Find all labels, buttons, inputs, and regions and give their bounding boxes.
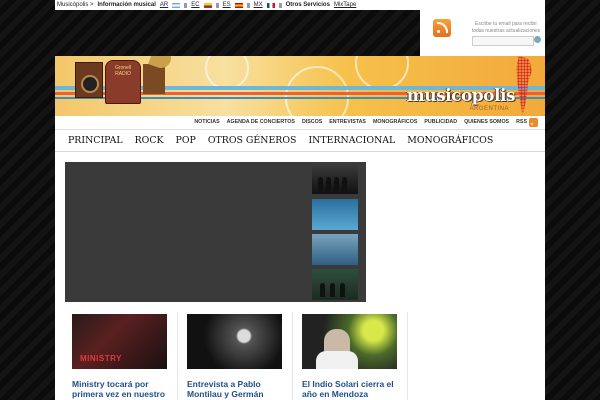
otros-servicios-link[interactable]: Otros Servicios [286, 2, 330, 8]
subnav-rss[interactable]: RSS [516, 119, 527, 125]
slider-thumbnail[interactable] [312, 269, 358, 300]
nav-principal[interactable]: PRINCIPAL [68, 135, 123, 146]
band-member-figure [334, 177, 339, 191]
subscribe-text: Escribe tu email para recibir todas nues… [471, 21, 541, 34]
article-image[interactable] [302, 314, 397, 369]
article-list: MINISTRY Ministry tocará por primera vez… [65, 312, 410, 400]
article-image[interactable]: MINISTRY [72, 314, 167, 369]
site-logo-country: ARGENTINA [469, 106, 509, 112]
subnav-monograficos[interactable]: MONOGRÁFICOS [373, 119, 417, 125]
nav-monograficos[interactable]: MONOGRÁFICOS [407, 135, 493, 146]
top-utility-bar: Musicópolis > Información musical AR EC … [55, 0, 420, 10]
jukebox-label: Gronell RADIO [114, 65, 132, 77]
site-logo[interactable]: musicopolis [407, 86, 516, 106]
band-member-figure [340, 283, 345, 297]
subscribe-box: Escribe tu email para recibir todas nues… [420, 0, 545, 56]
subnav-quienes-somos[interactable]: QUIENES SOMOS [464, 119, 509, 125]
article-title[interactable]: El Indio Solari cierra el año en Mendoza [302, 379, 402, 399]
nav-pop[interactable]: POP [176, 135, 196, 146]
band-member-figure [318, 177, 323, 191]
main-nav: PRINCIPAL ROCK POP OTROS GÉNEROS INTERNA… [55, 130, 545, 152]
ministry-logo: MINISTRY [80, 354, 122, 363]
rss-feed-icon[interactable] [433, 19, 451, 37]
subnav-discos[interactable]: DISCOS [302, 119, 322, 125]
speaker-illustration [75, 62, 103, 98]
ecuador-flag-icon [203, 2, 212, 8]
nav-rock[interactable]: ROCK [135, 135, 164, 146]
phonograph-illustration [143, 64, 165, 94]
slider-thumbnail[interactable] [312, 199, 358, 230]
article-title[interactable]: Entrevista a Pablo Montilau y Germán [187, 379, 287, 399]
country-link-ar[interactable]: AR [160, 2, 168, 8]
featured-slider[interactable] [65, 162, 366, 302]
info-label: Información musical [97, 2, 156, 8]
subscribe-go-icon[interactable] [534, 36, 541, 43]
band-member-figure [326, 177, 331, 191]
argentina-flag-icon [172, 2, 181, 8]
nav-otros-generos[interactable]: OTROS GÉNEROS [208, 135, 297, 146]
subnav-entrevistas[interactable]: ENTREVISTAS [329, 119, 366, 125]
band-member-figure [342, 177, 347, 191]
flag-separator-icon [278, 2, 282, 8]
slider-thumbnail[interactable] [312, 234, 358, 265]
band-member-figure [320, 283, 325, 297]
header-banner[interactable]: Gronell RADIO musicopolis ARGENTINA [55, 56, 545, 116]
mixtape-link[interactable]: MixTape [334, 2, 356, 8]
subnav-noticias[interactable]: NOTICIAS [194, 119, 219, 125]
subnav-publicidad[interactable]: PUBLICIDAD [424, 119, 457, 125]
secondary-nav: NOTICIAS AGENDA DE CONCIERTOS DISCOS ENT… [55, 116, 545, 130]
decorative-swirl [285, 66, 349, 116]
decorative-swirl [205, 56, 249, 90]
country-link-ec[interactable]: EC [191, 2, 199, 8]
article-image[interactable] [187, 314, 282, 369]
flag-separator-icon [215, 2, 219, 8]
slider-thumbnail[interactable] [312, 163, 358, 194]
decorative-swirl [355, 56, 409, 90]
singer-shirt [316, 351, 358, 369]
band-member-figure [330, 283, 335, 297]
mexico-flag-icon [266, 2, 275, 8]
email-input[interactable] [472, 36, 534, 46]
article-title[interactable]: Ministry tocará por primera vez en nuest… [72, 379, 172, 399]
article-card[interactable]: MINISTRY Ministry tocará por primera vez… [65, 312, 178, 400]
flag-separator-icon [184, 2, 188, 8]
subnav-agenda[interactable]: AGENDA DE CONCIERTOS [227, 119, 295, 125]
rss-icon[interactable] [529, 118, 538, 127]
site-breadcrumb[interactable]: Musicópolis > [57, 2, 94, 8]
main-content: MINISTRY Ministry tocará por primera vez… [55, 152, 545, 400]
article-card[interactable]: El Indio Solari cierra el año en Mendoza [295, 312, 408, 400]
country-link-mx[interactable]: MX [254, 2, 263, 8]
flag-separator-icon [246, 2, 250, 8]
jukebox-illustration: Gronell RADIO [105, 60, 141, 104]
article-card[interactable]: Entrevista a Pablo Montilau y Germán [180, 312, 293, 400]
spain-flag-icon [234, 2, 243, 8]
country-link-es[interactable]: ES [223, 2, 231, 8]
nav-internacional[interactable]: INTERNACIONAL [308, 135, 395, 146]
